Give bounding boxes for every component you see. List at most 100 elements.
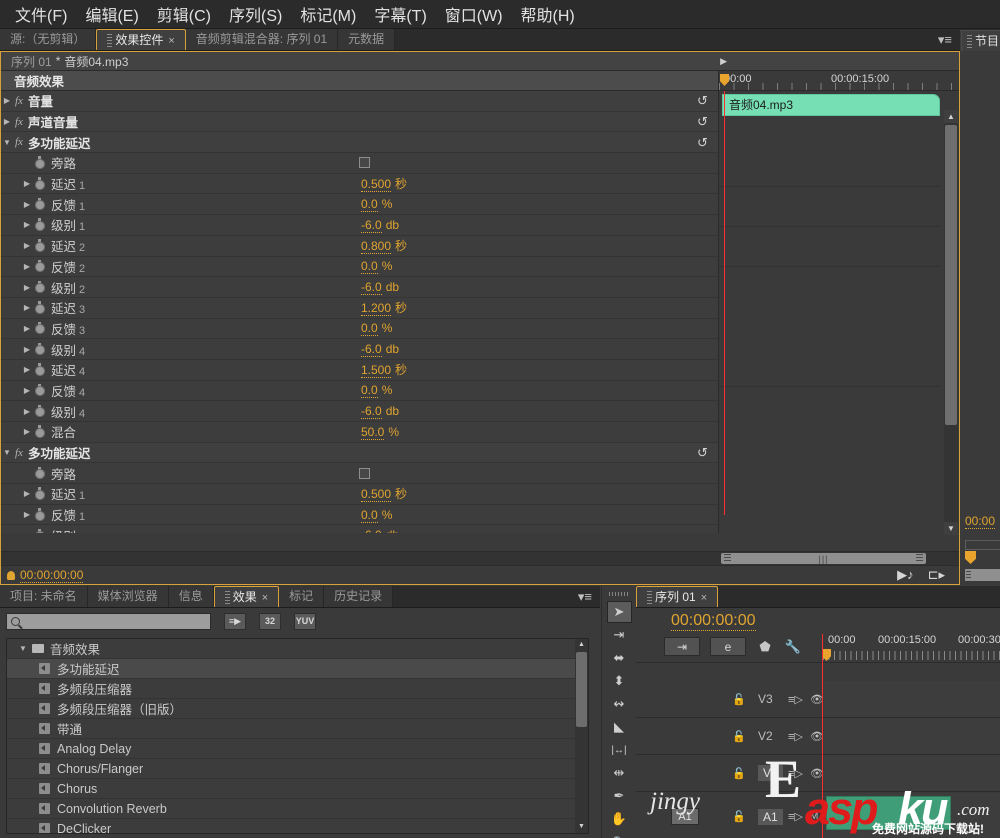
track-name-label[interactable]: A1	[758, 808, 783, 825]
snap-button[interactable]: ⇥	[664, 637, 700, 656]
parameter-row[interactable]: ▶ 级别 2 -6.0 db	[1, 277, 718, 298]
program-scrub-bar[interactable]	[965, 540, 1000, 550]
sync-lock-icon[interactable]: ≡▷	[788, 693, 803, 706]
effect-row-multitap-delay-2[interactable]: ▼ fx 多功能延迟 ↺	[1, 442, 718, 464]
parameter-number[interactable]: 0.0	[361, 383, 378, 399]
parameter-value[interactable]: 0.0%	[361, 321, 392, 337]
effects-item-row[interactable]: 多频段压缩器	[7, 679, 588, 699]
effect-controls-ruler[interactable]: 00:00 00:00:15:00	[719, 71, 959, 91]
parameter-row[interactable]: ▶ 延迟 2 0.800 秒	[1, 235, 718, 257]
tools-panel-grip-icon[interactable]	[609, 589, 629, 599]
parameter-number[interactable]: 0.800	[361, 239, 392, 255]
scroll-down-icon[interactable]: ▼	[575, 821, 588, 833]
stopwatch-icon[interactable]	[33, 177, 46, 190]
parameter-number[interactable]: 0.500	[361, 177, 392, 193]
parameter-row[interactable]: ▶ 反馈 1 0.0%	[1, 194, 718, 216]
tab-project[interactable]: 项目: 未命名	[0, 586, 88, 607]
disclosure-triangle-icon[interactable]: ▶	[21, 324, 33, 333]
disclosure-triangle-icon[interactable]: ▶	[1, 117, 13, 126]
tab-source-monitor[interactable]: 源:（无剪辑）	[0, 29, 97, 50]
reset-icon[interactable]: ↺	[695, 93, 710, 108]
bypass-checkbox[interactable]	[359, 157, 370, 169]
parameter-value[interactable]: 0.500 秒	[361, 175, 407, 193]
timeline-track-v3[interactable]: 🔓 V3 ≡▷ 👁	[636, 681, 1000, 718]
reset-icon[interactable]: ↺	[695, 445, 710, 460]
effect-row-channel-volume[interactable]: ▶ fx 声道音量 ↺	[1, 111, 718, 133]
parameter-value[interactable]: 50.0%	[361, 424, 399, 440]
parameter-number[interactable]: 50.0	[361, 424, 385, 440]
track-name-label[interactable]: V3	[758, 692, 773, 706]
parameter-row[interactable]: 旁路	[1, 153, 718, 174]
scroll-up-icon[interactable]: ▲	[944, 110, 958, 123]
parameter-value[interactable]: 0.500 秒	[361, 485, 407, 503]
track-name-label[interactable]: V1	[758, 765, 783, 781]
disclosure-triangle-icon[interactable]: ▶	[1, 96, 13, 105]
parameter-value[interactable]: 0.0%	[361, 383, 392, 399]
stopwatch-icon[interactable]	[33, 239, 46, 252]
razor-tool-icon[interactable]: ◣	[607, 716, 632, 738]
render-icon[interactable]: ⊏▸	[928, 567, 945, 583]
parameter-number[interactable]: 0.0	[361, 259, 378, 275]
effects-item-row[interactable]: Chorus/Flanger	[7, 759, 588, 779]
tab-program-monitor[interactable]: 节目	[961, 30, 1000, 51]
tab-history[interactable]: 历史记录	[324, 586, 394, 607]
parameter-value[interactable]: 1.200 秒	[361, 299, 407, 317]
disclosure-triangle-icon[interactable]: ▶	[21, 365, 33, 374]
effects-item-row[interactable]: Analog Delay	[7, 739, 588, 759]
accelerated-effects-icon[interactable]: ≡▶	[224, 612, 246, 630]
lock-icon[interactable]: 🔓	[732, 730, 746, 743]
effect-controls-vertical-scrollbar[interactable]: ▲ ▼	[944, 110, 958, 535]
parameter-row[interactable]: ▶ 级别1 -6.0db	[1, 215, 718, 236]
parameter-row[interactable]: ▶ 级别 4 -6.0 db	[1, 401, 718, 422]
lock-icon[interactable]: 🔓	[732, 810, 746, 823]
stopwatch-icon[interactable]	[33, 301, 46, 314]
pen-tool-icon[interactable]: ✒	[607, 785, 632, 807]
stopwatch-icon[interactable]	[33, 363, 46, 376]
add-marker-button[interactable]: ⬟	[756, 639, 774, 655]
parameter-row[interactable]: ▶ 延迟 1 0.500 秒	[1, 484, 718, 505]
timeline-settings-button[interactable]: 🔧	[784, 639, 802, 655]
program-zoom-grip-icon[interactable]	[966, 571, 971, 579]
stopwatch-icon[interactable]	[33, 528, 46, 533]
parameter-row[interactable]: ▶ 级别 4 -6.0 db	[1, 339, 718, 360]
parameter-value[interactable]: -6.0db	[361, 217, 399, 233]
parameter-number[interactable]: 1.200	[361, 301, 392, 317]
stopwatch-icon[interactable]	[33, 466, 46, 480]
menu-item-clip[interactable]: 剪辑(C)	[148, 0, 220, 28]
disclosure-triangle-icon[interactable]: ▶	[21, 200, 33, 209]
disclosure-triangle-icon[interactable]: ▶	[21, 386, 33, 395]
parameter-value[interactable]: -6.0db	[361, 528, 399, 533]
lock-icon[interactable]: 🔓	[732, 767, 746, 780]
parameter-row[interactable]: ▶ 延迟 3 1.200 秒	[1, 297, 718, 319]
parameter-value[interactable]: 0.0%	[361, 197, 392, 213]
timeline-track-v1[interactable]: 🔓 V1 ≡▷ 👁	[636, 755, 1000, 792]
menu-item-sequence[interactable]: 序列(S)	[220, 0, 291, 28]
playhead[interactable]	[724, 91, 725, 515]
slip-tool-icon[interactable]: |↔|	[607, 739, 632, 761]
tab-media-browser[interactable]: 媒体浏览器	[87, 586, 169, 607]
disclosure-triangle-icon[interactable]: ▼	[17, 644, 29, 653]
parameter-number[interactable]: -6.0	[361, 404, 382, 420]
parameter-number[interactable]: -6.0	[361, 280, 382, 296]
stopwatch-icon[interactable]	[33, 383, 46, 397]
audio-clip[interactable]	[826, 796, 951, 830]
effect-controls-timecode[interactable]: 00:00:00:00	[20, 568, 84, 583]
yuv-icon[interactable]: YUV	[294, 612, 316, 630]
lock-icon[interactable]: 🔓	[732, 693, 746, 706]
parameter-row[interactable]: 旁路	[1, 463, 718, 485]
effects-item-row[interactable]: Chorus	[7, 779, 588, 799]
tab-info[interactable]: 信息	[168, 586, 214, 607]
rolling-edit-tool-icon[interactable]: ⬍	[607, 670, 632, 692]
effects-tree[interactable]: ▼ 音频效果 多功能延迟 多频段压缩器 多频段压缩器（旧版） 带通 Analog Delay…	[6, 638, 589, 834]
search-input[interactable]	[6, 612, 211, 630]
parameter-value[interactable]: -6.0db	[361, 404, 399, 420]
parameter-row[interactable]: ▶ 延迟 1 0.500 秒	[1, 173, 718, 195]
parameter-number[interactable]: 0.0	[361, 507, 378, 523]
hscroll-grip-left-icon[interactable]	[724, 554, 731, 563]
stopwatch-icon[interactable]	[33, 197, 46, 211]
stopwatch-icon[interactable]	[33, 508, 46, 521]
disclosure-triangle-icon[interactable]: ▶	[21, 179, 33, 188]
effects-item-row[interactable]: DeClicker	[7, 819, 588, 833]
parameter-row[interactable]: ▶ 反馈 1 0.0%	[1, 504, 718, 526]
disclosure-triangle-icon[interactable]: ▶	[21, 427, 33, 436]
